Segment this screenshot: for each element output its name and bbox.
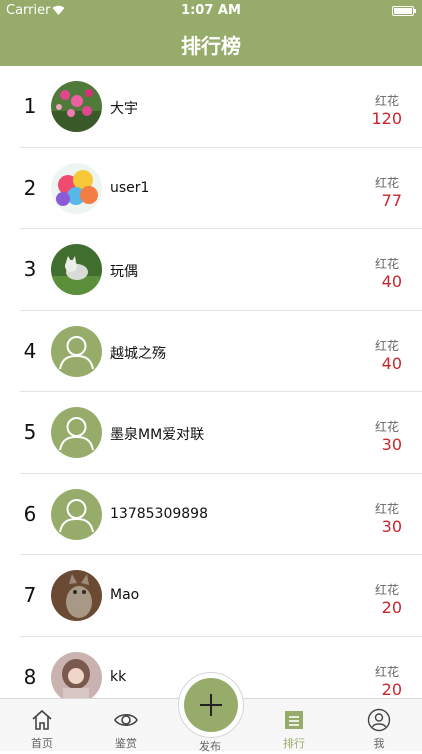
flower-count: 30 xyxy=(381,435,402,454)
avatar[interactable] xyxy=(51,325,102,377)
tab-me[interactable]: 我 xyxy=(344,699,414,751)
rank-number: 8 xyxy=(23,664,37,689)
person-icon xyxy=(367,708,391,732)
home-icon xyxy=(32,709,52,730)
avatar[interactable] xyxy=(51,407,102,458)
user-name: 大宇 xyxy=(110,101,138,117)
user-name: Mao xyxy=(110,587,140,603)
tab-label: 排行 xyxy=(283,737,305,750)
girl-photo xyxy=(51,651,102,698)
avatar[interactable] xyxy=(51,162,102,214)
tab-label: 鉴赏 xyxy=(115,737,137,750)
flower-label: 红花 xyxy=(374,420,399,434)
flower-count: 30 xyxy=(381,516,402,536)
rank-number: 2 xyxy=(23,175,37,200)
page-title: 排行榜 xyxy=(181,34,241,58)
cat-on-grass-photo xyxy=(51,244,102,295)
ranking-row[interactable]: 4 越城之殇 红花 40 xyxy=(20,311,422,392)
ranking-row[interactable]: 3 玩偶 红花 40 xyxy=(20,229,422,311)
avatar[interactable] xyxy=(51,244,102,295)
tab-home[interactable]: 首页 xyxy=(7,699,77,751)
user-name: 墨泉MM爱对联 xyxy=(110,427,205,443)
avatar[interactable] xyxy=(51,651,102,698)
tab-label: 首页 xyxy=(31,737,53,750)
nav-bar: 排行榜 xyxy=(0,22,422,66)
flower-count: 40 xyxy=(381,272,402,291)
user-name: 13785309898 xyxy=(110,505,208,522)
ranking-list[interactable]: 1 大宇 红花 120 2 user1 红花 77 3 玩偶 红花 40 4 越… xyxy=(0,66,422,698)
default-avatar-icon xyxy=(51,325,102,377)
flower-label: 红花 xyxy=(374,583,399,597)
flower-count: 20 xyxy=(381,679,402,699)
avatar[interactable] xyxy=(51,570,102,621)
flower-label: 红花 xyxy=(374,94,399,108)
rank-number: 1 xyxy=(23,94,37,118)
avatar[interactable] xyxy=(51,488,102,540)
plus-bar-vertical xyxy=(210,694,212,716)
clock: 1:07 AM xyxy=(181,3,241,18)
flower-count: 20 xyxy=(381,598,402,617)
ranking-row[interactable]: 2 user1 红花 77 xyxy=(20,148,422,229)
flowers-photo xyxy=(51,81,102,132)
user-name: kk xyxy=(110,668,127,685)
eye-icon xyxy=(114,713,138,727)
flower-count: 40 xyxy=(381,353,402,373)
flower-label: 红花 xyxy=(374,175,399,190)
cat-photo xyxy=(51,570,102,621)
ranking-row[interactable]: 6 13785309898 红花 30 xyxy=(20,474,422,555)
flower-label: 红花 xyxy=(374,664,399,679)
rank-number: 7 xyxy=(23,583,37,607)
publish-button[interactable] xyxy=(178,672,244,738)
rank-number: 5 xyxy=(23,420,37,444)
user-name: 玩偶 xyxy=(110,264,138,280)
plus-icon xyxy=(184,678,238,732)
default-avatar-icon xyxy=(51,407,102,458)
ranking-row[interactable]: 7 Mao 红花 20 xyxy=(20,555,422,637)
flower-label: 红花 xyxy=(374,338,399,353)
ranking-row[interactable]: 1 大宇 红花 120 xyxy=(20,66,422,148)
flower-label: 红花 xyxy=(374,501,399,516)
status-bar: Carrier 1:07 AM xyxy=(0,0,422,22)
tab-appreciate[interactable]: 鉴赏 xyxy=(91,699,161,751)
rank-number: 4 xyxy=(23,338,37,363)
battery-icon xyxy=(392,6,416,16)
flower-count: 120 xyxy=(371,109,402,128)
avatar[interactable] xyxy=(51,81,102,132)
tab-label: 我 xyxy=(373,737,385,750)
publish-label: 发布 xyxy=(199,740,221,753)
rank-number: 3 xyxy=(23,257,37,281)
list-icon xyxy=(285,711,303,729)
flower-count: 77 xyxy=(381,190,402,210)
flower-label: 红花 xyxy=(374,257,399,271)
balloons-photo xyxy=(51,162,102,214)
user-name: user1 xyxy=(110,179,150,196)
default-avatar-icon xyxy=(51,488,102,540)
rank-number: 6 xyxy=(23,501,37,526)
tab-ranking[interactable]: 排行 xyxy=(259,699,329,751)
user-name: 越城之殇 xyxy=(110,345,166,362)
ranking-row[interactable]: 5 墨泉MM爱对联 红花 30 xyxy=(20,392,422,474)
